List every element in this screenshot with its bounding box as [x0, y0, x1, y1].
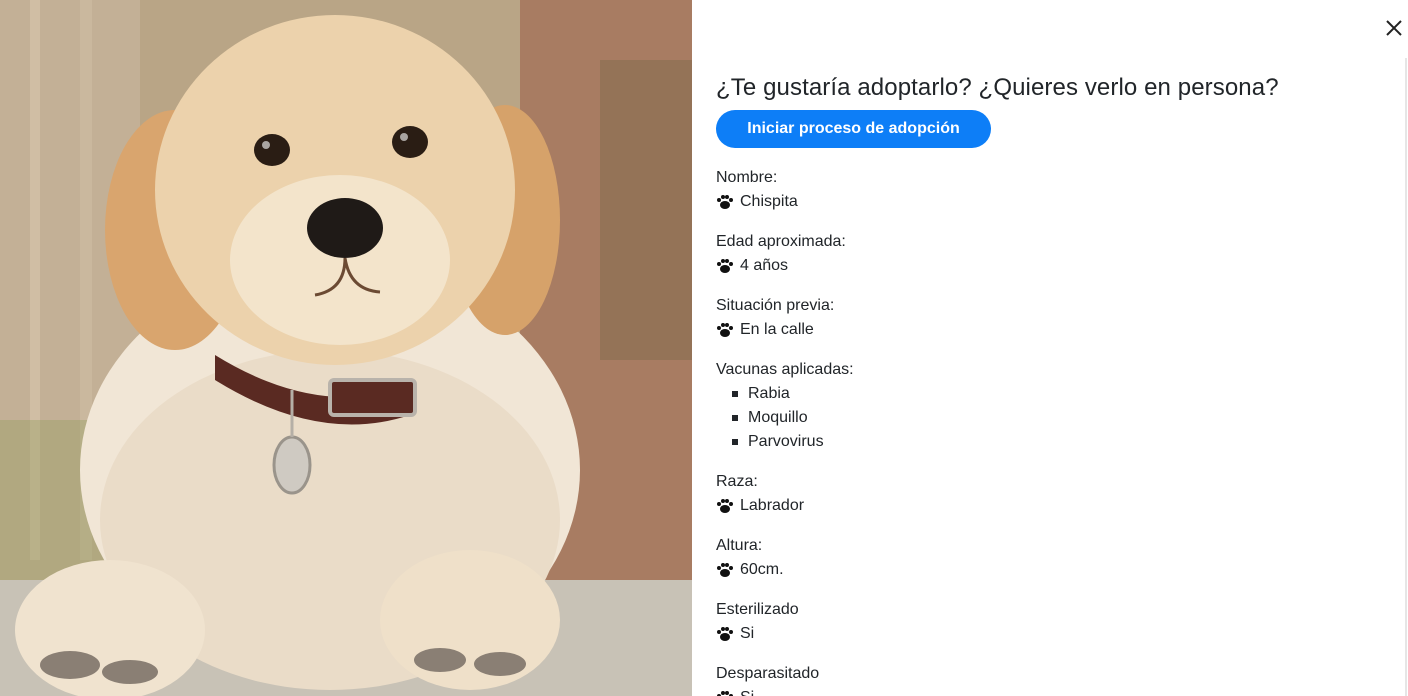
- paw-icon: [716, 194, 734, 210]
- field-label: Situación previa:: [716, 297, 835, 314]
- paw-icon: [716, 322, 734, 338]
- vaccine-list: Rabia Moquillo Parvovirus: [716, 382, 1376, 454]
- list-item: Rabia: [732, 382, 1376, 406]
- pet-detail-panel: ¿Te gustaría adoptarlo? ¿Quieres verlo e…: [692, 0, 1408, 696]
- field-value: Chispita: [740, 193, 798, 210]
- field-name: Nombre: Chispita: [716, 166, 1376, 214]
- field-sterilized: Esterilizado Si: [716, 598, 1376, 646]
- vaccine-name: Rabia: [748, 385, 790, 402]
- pet-fields: Nombre: Chispita Edad aproximada: 4 años…: [716, 166, 1376, 696]
- field-label: Edad aproximada:: [716, 233, 846, 250]
- list-item: Parvovirus: [732, 430, 1376, 454]
- field-label: Vacunas aplicadas:: [716, 361, 854, 378]
- start-adoption-button[interactable]: Iniciar proceso de adopción: [716, 110, 991, 148]
- bullet-icon: [732, 391, 738, 397]
- vaccine-name: Parvovirus: [748, 433, 824, 450]
- list-item: Moquillo: [732, 406, 1376, 430]
- field-value-row: 60cm.: [716, 558, 1376, 582]
- vaccine-name: Moquillo: [748, 409, 808, 426]
- pet-photo: [0, 0, 692, 696]
- paw-icon: [716, 562, 734, 578]
- field-value: Labrador: [740, 497, 805, 514]
- field-dewormed: Desparasitado Si: [716, 662, 1376, 696]
- field-value-row: Si: [716, 622, 1376, 646]
- paw-icon: [716, 498, 734, 514]
- field-value-row: 4 años: [716, 254, 1376, 278]
- field-situation: Situación previa: En la calle: [716, 294, 1376, 342]
- field-value-row: Si: [716, 686, 1376, 696]
- paw-icon: [716, 626, 734, 642]
- field-value: 60cm.: [740, 561, 784, 578]
- field-value: 4 años: [740, 257, 789, 274]
- field-label: Desparasitado: [716, 665, 820, 682]
- scrollbar[interactable]: [1405, 58, 1407, 696]
- field-label: Nombre:: [716, 169, 778, 186]
- field-value-row: Chispita: [716, 190, 1376, 214]
- field-vaccines: Vacunas aplicadas: Rabia Moquillo Parvov…: [716, 358, 1376, 454]
- close-icon[interactable]: [1383, 17, 1405, 39]
- bullet-icon: [732, 439, 738, 445]
- field-label: Raza:: [716, 473, 758, 490]
- field-label: Altura:: [716, 537, 763, 554]
- pet-details: ¿Te gustaría adoptarlo? ¿Quieres verlo e…: [716, 72, 1376, 696]
- field-value: Si: [740, 625, 755, 642]
- adoption-question: ¿Te gustaría adoptarlo? ¿Quieres verlo e…: [716, 74, 1279, 101]
- field-breed: Raza: Labrador: [716, 470, 1376, 518]
- field-label: Esterilizado: [716, 601, 799, 618]
- field-value: Si: [740, 686, 754, 696]
- close-button[interactable]: [1383, 17, 1405, 39]
- field-age: Edad aproximada: 4 años: [716, 230, 1376, 278]
- field-value-row: En la calle: [716, 318, 1376, 342]
- field-value: En la calle: [740, 321, 814, 338]
- paw-icon: [716, 258, 734, 274]
- field-height: Altura: 60cm.: [716, 534, 1376, 582]
- paw-icon: [716, 690, 734, 696]
- bullet-icon: [732, 415, 738, 421]
- field-value-row: Labrador: [716, 494, 1376, 518]
- puppy-illustration: [0, 0, 692, 696]
